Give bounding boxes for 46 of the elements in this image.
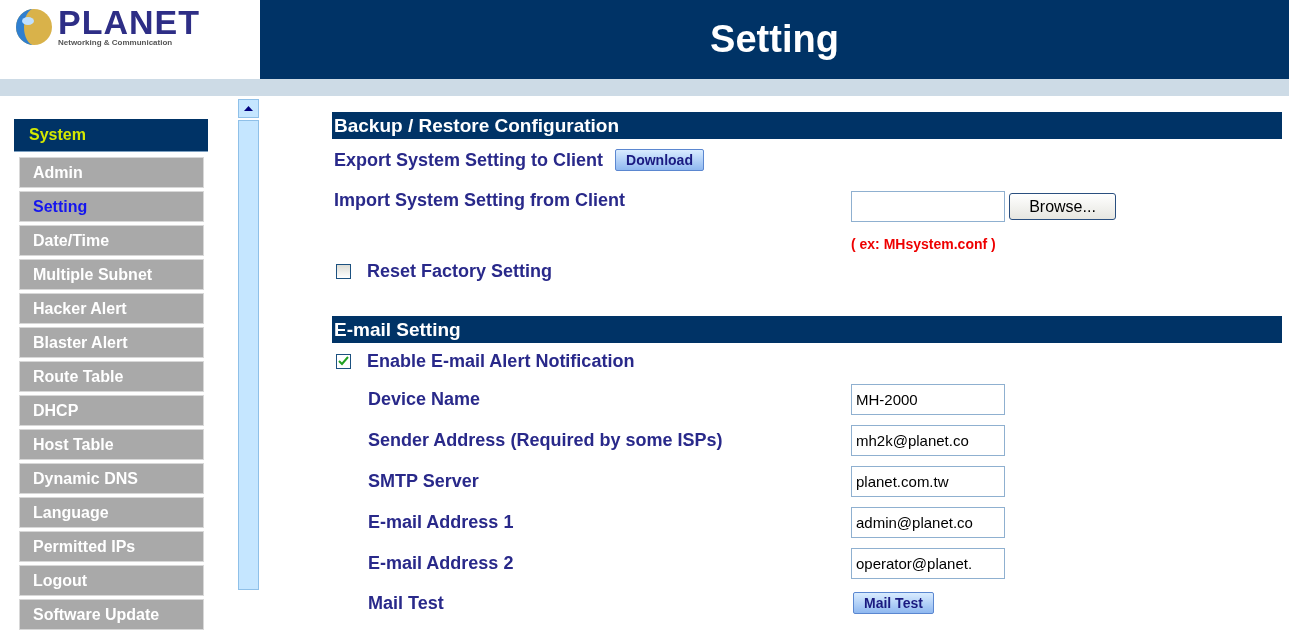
menu-item[interactable]: Admin — [19, 157, 204, 188]
menu-item[interactable]: Date/Time — [19, 225, 204, 256]
logo-tagline: Networking & Communication — [58, 38, 174, 48]
field-label: Device Name — [367, 389, 481, 410]
menu-item[interactable]: Setting — [19, 191, 204, 222]
scrollbar-track[interactable] — [238, 120, 259, 590]
up-arrow-icon — [244, 106, 253, 111]
menu-item[interactable]: Permitted IPs — [19, 531, 204, 562]
globe-logo-icon — [14, 7, 54, 47]
menu-item[interactable]: Dynamic DNS — [19, 463, 204, 494]
row-label: Import System Setting from Client — [333, 190, 626, 211]
checkbox[interactable] — [336, 263, 351, 279]
input-field[interactable]: planet.com.tw — [851, 466, 1005, 497]
logo-name: PLANET — [58, 6, 200, 38]
browse-button[interactable]: Browse... — [1009, 193, 1116, 220]
scroll-up-button[interactable] — [238, 99, 259, 118]
row-label: Mail Test — [367, 592, 444, 614]
page-title: Setting — [710, 18, 839, 62]
row-label: Export System Setting to Client — [333, 149, 604, 171]
mail-test-button[interactable]: Mail Test — [853, 592, 934, 614]
field-label: Sender Address (Required by some ISPs) — [367, 430, 723, 451]
input-field[interactable]: admin@planet.co — [851, 507, 1005, 538]
section-header: E-mail Setting — [332, 316, 1282, 343]
menu-item[interactable]: Host Table — [19, 429, 204, 460]
menu-item[interactable]: Multiple Subnet — [19, 259, 204, 290]
menu-item[interactable]: Software Update — [19, 599, 204, 630]
field-label: SMTP Server — [367, 471, 479, 492]
checkbox[interactable] — [336, 353, 351, 369]
file-input-field[interactable] — [851, 191, 1005, 222]
input-field[interactable]: mh2k@planet.co — [851, 425, 1005, 456]
field-label: E-mail Address 1 — [367, 512, 514, 533]
checkbox-label: Reset Factory Setting — [366, 260, 553, 282]
menu-item[interactable]: Logout — [19, 565, 204, 596]
menu-item[interactable]: Hacker Alert — [19, 293, 204, 324]
section-header: Backup / Restore Configuration — [332, 112, 1282, 139]
menu-item[interactable]: Language — [19, 497, 204, 528]
menu-item[interactable]: DHCP — [19, 395, 204, 426]
checkbox-label: Enable E-mail Alert Notification — [366, 350, 635, 372]
menu-item[interactable]: Route Table — [19, 361, 204, 392]
download-button[interactable]: Download — [615, 149, 704, 171]
menu-group-header[interactable]: System — [14, 119, 208, 152]
hint-text: ( ex: MHsystem.conf ) — [851, 236, 997, 252]
menu-item[interactable]: Blaster Alert — [19, 327, 204, 358]
input-field[interactable]: operator@planet. — [851, 548, 1005, 579]
input-field[interactable]: MH-2000 — [851, 384, 1005, 415]
field-label: E-mail Address 2 — [367, 553, 514, 574]
